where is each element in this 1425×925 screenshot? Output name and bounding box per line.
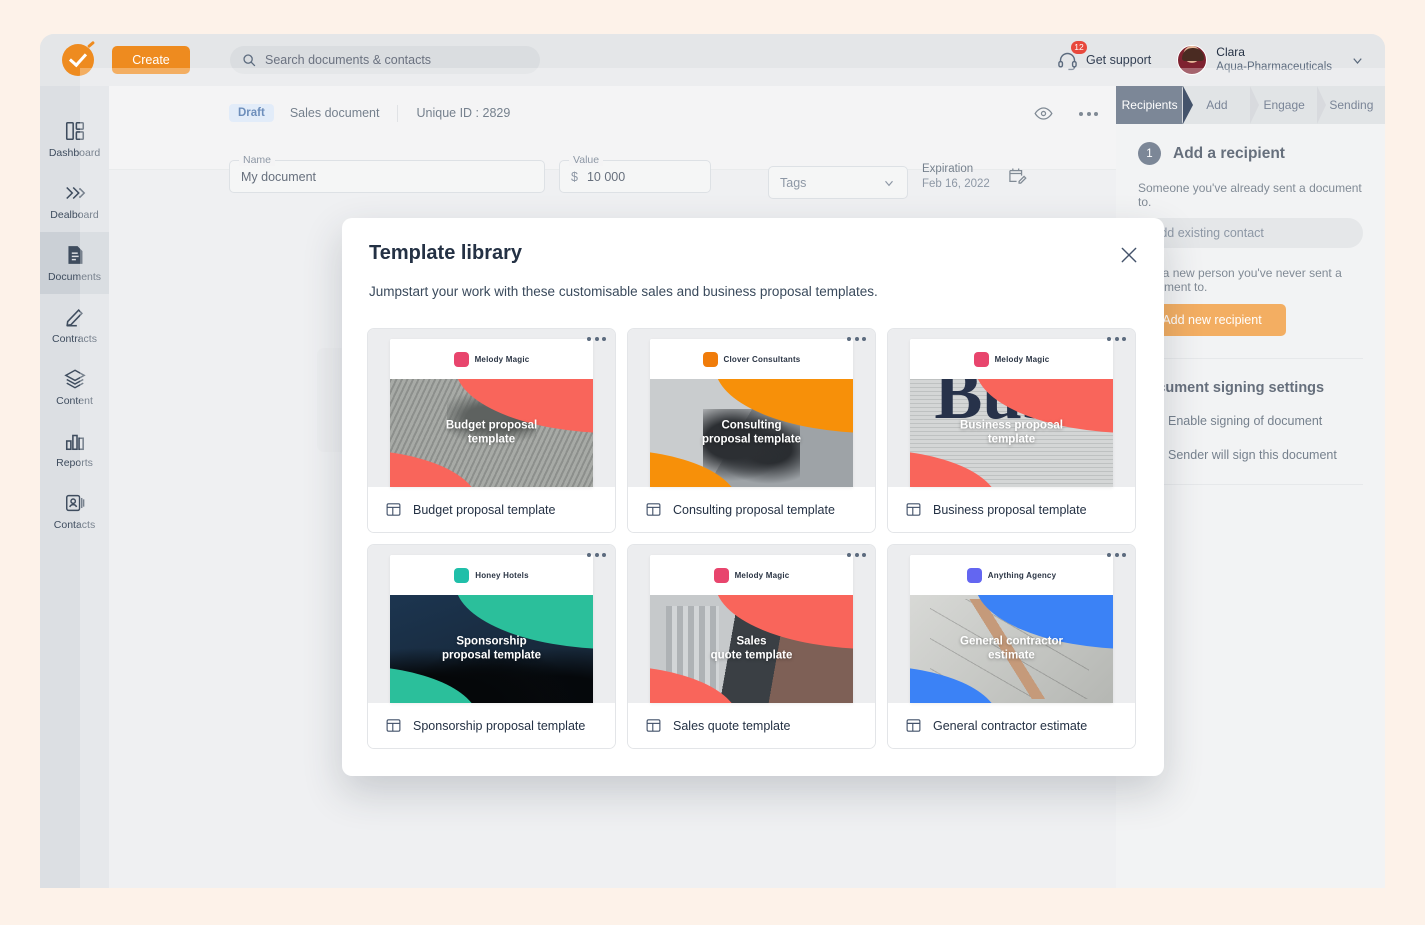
template-card[interactable]: Honey Hotels Sponsorship proposal template… xyxy=(367,544,616,749)
template-more-menu[interactable] xyxy=(847,553,866,557)
template-name: Consulting proposal template xyxy=(673,503,835,517)
template-brand: Melody Magic xyxy=(390,339,593,379)
support-badge: 12 xyxy=(1071,41,1087,54)
brand-logo-icon xyxy=(703,352,718,367)
template-overlay-text: Sales quote template xyxy=(650,635,853,664)
template-footer: Business proposal template xyxy=(888,487,1135,532)
brand-logo-icon xyxy=(454,568,469,583)
template-preview: Melody Magic Sales quote template xyxy=(628,545,875,703)
overlay-line-2: quote template xyxy=(711,650,793,662)
brand-name: Melody Magic xyxy=(995,355,1050,364)
template-name: Business proposal template xyxy=(933,503,1087,517)
brand-name: Anything Agency xyxy=(988,571,1056,580)
template-hero-image: Sponsorship proposal template xyxy=(390,595,593,703)
overlay-line-2: proposal template xyxy=(702,434,801,446)
template-card[interactable]: Clover Consultants Consulting proposal tem… xyxy=(627,328,876,533)
template-name: Sales quote template xyxy=(673,719,790,733)
template-name: Sponsorship proposal template xyxy=(413,719,585,733)
template-brand: Melody Magic xyxy=(650,555,853,595)
template-brand: Honey Hotels xyxy=(390,555,593,595)
template-library-modal: Template library Jumpstart your work wit… xyxy=(342,218,1164,776)
template-preview: Clover Consultants Consulting proposal tem… xyxy=(628,329,875,487)
template-hero-image: Consulting proposal template xyxy=(650,379,853,487)
template-grid: Melody MagicBudget proposaltemplateBudge… xyxy=(367,328,1164,749)
brand-logo-icon xyxy=(714,568,729,583)
template-brand: Clover Consultants xyxy=(650,339,853,379)
template-preview-page: Melody Magic Budget proposal template xyxy=(390,339,593,487)
template-overlay-text: Consulting proposal template xyxy=(650,419,853,448)
overlay-line-2: proposal template xyxy=(442,650,541,662)
template-more-menu[interactable] xyxy=(1107,337,1126,341)
template-hero-image: General contractor estimate xyxy=(910,595,1113,703)
template-card[interactable]: Melody MagicSalesquote templateSales quo… xyxy=(627,544,876,749)
template-preview-page: Clover Consultants Consulting proposal tem… xyxy=(650,339,853,487)
template-layout-icon xyxy=(385,717,402,734)
overlay-line-2: template xyxy=(468,434,515,446)
brand-name: Clover Consultants xyxy=(724,355,801,364)
template-layout-icon xyxy=(905,501,922,518)
overlay-line-1: Sponsorship xyxy=(456,636,526,648)
support-label: Get support xyxy=(1086,53,1151,67)
template-name: Budget proposal template xyxy=(413,503,555,517)
page-root: Create Search documents & contacts 12 xyxy=(0,0,1425,925)
overlay-line-2: template xyxy=(988,434,1035,446)
search-placeholder-text: Search documents & contacts xyxy=(265,53,431,67)
template-overlay-text: General contractor estimate xyxy=(910,635,1113,664)
template-more-menu[interactable] xyxy=(847,337,866,341)
template-layout-icon xyxy=(385,501,402,518)
template-footer: Sponsorship proposal template xyxy=(368,703,615,748)
template-preview: Melody Magic Budget proposal template xyxy=(368,329,615,487)
template-more-menu[interactable] xyxy=(587,337,606,341)
template-card[interactable]: Anything Agency General contractor estimat… xyxy=(887,544,1136,749)
template-brand: Anything Agency xyxy=(910,555,1113,595)
template-preview-page: Anything Agency General contractor estimat… xyxy=(910,555,1113,703)
modal-subtitle: Jumpstart your work with these customisa… xyxy=(369,284,878,299)
template-hero-image: Sales quote template xyxy=(650,595,853,703)
brand-logo-icon xyxy=(974,352,989,367)
template-preview: Melody MagicBusBusiness proposaltemplate xyxy=(888,329,1135,487)
template-card[interactable]: Melody MagicBusBusiness proposaltemplate… xyxy=(887,328,1136,533)
overlay-line-1: Consulting xyxy=(721,420,781,432)
overlay-line-1: General contractor xyxy=(960,636,1063,648)
template-more-menu[interactable] xyxy=(1107,553,1126,557)
template-overlay-text: Budget proposal template xyxy=(390,419,593,448)
template-preview: Anything Agency General contractor estimat… xyxy=(888,545,1135,703)
template-preview-page: Melody Magic Sales quote template xyxy=(650,555,853,703)
brand-name: Honey Hotels xyxy=(475,571,529,580)
template-name: General contractor estimate xyxy=(933,719,1087,733)
search-icon xyxy=(242,53,256,67)
overlay-line-1: Business proposal xyxy=(960,420,1063,432)
overlay-line-2: estimate xyxy=(988,650,1035,662)
template-footer: Budget proposal template xyxy=(368,487,615,532)
template-hero-image: Budget proposal template xyxy=(390,379,593,487)
template-overlay-text: Business proposal template xyxy=(910,419,1113,448)
brand-logo-icon xyxy=(967,568,982,583)
chevron-down-icon[interactable] xyxy=(1350,53,1365,68)
template-footer: General contractor estimate xyxy=(888,703,1135,748)
modal-title: Template library xyxy=(369,242,522,265)
brand-logo-icon xyxy=(454,352,469,367)
template-hero-image: BusBusiness proposaltemplate xyxy=(910,379,1113,487)
overlay-line-1: Budget proposal xyxy=(446,420,537,432)
app-shell: Create Search documents & contacts 12 xyxy=(40,34,1385,888)
brand-name: Melody Magic xyxy=(475,355,530,364)
template-layout-icon xyxy=(645,501,662,518)
template-layout-icon xyxy=(905,717,922,734)
template-footer: Sales quote template xyxy=(628,703,875,748)
close-icon[interactable] xyxy=(1116,242,1142,268)
template-preview-page: Honey Hotels Sponsorship proposal template xyxy=(390,555,593,703)
template-card[interactable]: Melody MagicBudget proposaltemplateBudge… xyxy=(367,328,616,533)
template-preview-page: Melody MagicBusBusiness proposaltemplate xyxy=(910,339,1113,487)
template-footer: Consulting proposal template xyxy=(628,487,875,532)
template-overlay-text: Sponsorship proposal template xyxy=(390,635,593,664)
brand-name: Melody Magic xyxy=(735,571,790,580)
overlay-line-1: Sales xyxy=(736,636,766,648)
template-layout-icon xyxy=(645,717,662,734)
template-brand: Melody Magic xyxy=(910,339,1113,379)
user-name: Clara xyxy=(1216,45,1332,60)
template-preview: Honey Hotels Sponsorship proposal template xyxy=(368,545,615,703)
template-more-menu[interactable] xyxy=(587,553,606,557)
